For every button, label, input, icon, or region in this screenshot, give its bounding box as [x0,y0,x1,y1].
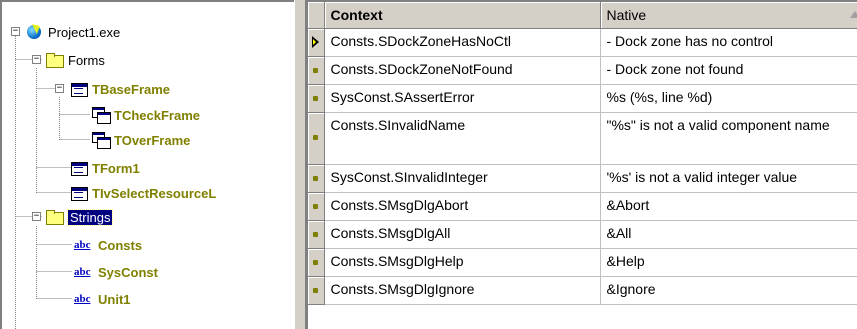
row-marker-icon [313,67,318,73]
tree-node-consts[interactable]: abc Consts [74,235,142,255]
tree-node-label: Unit1 [98,291,131,307]
pane-splitter[interactable] [294,0,306,329]
row-indicator[interactable] [308,164,325,193]
cell-context[interactable]: Consts.SDockZoneNotFound [324,56,601,85]
strings-table: Context Native Consts.SDockZoneHasNoCtl … [308,2,857,305]
row-indicator[interactable] [308,220,325,249]
cell-context[interactable]: Consts.SMsgDlgHelp [324,248,601,277]
cell-context[interactable]: Consts.SMsgDlgAll [324,220,601,249]
tree-node-label: TForm1 [92,160,140,176]
row-indicator[interactable] [308,112,325,165]
table-row[interactable]: Consts.SDockZoneNotFound - Dock zone not… [308,56,857,85]
cell-context[interactable]: Consts.SMsgDlgAbort [324,192,601,221]
cell-native[interactable]: %s (%s, line %d) [600,84,857,113]
tree-node-label: Consts [98,237,143,253]
cell-native[interactable]: &Help [600,248,857,277]
tree-node-label: TCheckFrame [114,107,200,123]
tree-node-label: SysConst [98,264,158,280]
column-header-context[interactable]: Context [324,2,601,29]
strings-expander[interactable]: − [32,212,41,221]
row-marker-icon [313,231,318,237]
tree-node-tform1[interactable]: TForm1 [70,158,140,178]
cell-context[interactable]: SysConst.SAssertError [324,84,601,113]
tree-node-toverframe[interactable]: TOverFrame [92,130,190,150]
frame-icon [92,107,111,124]
cell-native[interactable]: "%s" is not a valid component name [600,112,857,165]
sort-arrow-icon [849,11,857,18]
exe-icon [26,24,44,40]
column-header-native[interactable]: Native [600,2,857,29]
row-marker-icon [313,287,318,293]
forms-expander[interactable]: − [32,55,41,64]
cell-native[interactable]: &All [600,220,857,249]
tree-node-forms[interactable]: Forms [46,50,105,70]
project-tree[interactable]: − Project1.exe − Forms − TBaseFrame TChe… [0,0,294,329]
row-marker-icon [313,203,318,209]
abc-icon: abc [74,266,91,278]
tree-node-tivselectresource[interactable]: TIvSelectResourceL [70,183,216,203]
cell-context[interactable]: Consts.SMsgDlgIgnore [324,276,601,305]
form-icon [70,81,88,97]
cell-context[interactable]: SysConst.SInvalidInteger [324,164,601,193]
row-marker-icon [313,134,318,140]
abc-icon: abc [74,239,91,251]
cell-native[interactable]: &Ignore [600,276,857,305]
row-marker-icon [313,259,318,265]
table-row[interactable]: Consts.SMsgDlgIgnore &Ignore [308,276,857,305]
table-row[interactable]: Consts.SInvalidName "%s" is not a valid … [308,112,857,165]
form-icon [70,160,88,176]
cell-native[interactable]: '%s' is not a valid integer value [600,164,857,193]
row-marker-icon [313,175,318,181]
tree-node-tbaseframe[interactable]: TBaseFrame [70,79,170,99]
row-indicator[interactable] [308,84,325,113]
tree-node-label: TBaseFrame [92,81,171,97]
row-indicator[interactable] [308,28,325,57]
cell-context[interactable]: Consts.SInvalidName [324,112,601,165]
tree-node-strings[interactable]: Strings [46,207,114,227]
table-row[interactable]: Consts.SMsgDlgAll &All [308,220,857,249]
table-row[interactable]: SysConst.SAssertError %s (%s, line %d) [308,84,857,113]
project-expander[interactable]: − [11,27,20,36]
cell-native[interactable]: - Dock zone has no control [600,28,857,57]
tree-node-label: TOverFrame [114,132,191,148]
cell-native[interactable]: &Abort [600,192,857,221]
row-marker-icon [313,95,318,101]
tree-node-label: Forms [68,52,105,68]
cell-context[interactable]: Consts.SDockZoneHasNoCtl [324,28,601,57]
row-indicator-header [308,2,325,29]
cell-native[interactable]: - Dock zone not found [600,56,857,85]
table-row[interactable]: Consts.SMsgDlgHelp &Help [308,248,857,277]
row-indicator[interactable] [308,276,325,305]
strings-grid[interactable]: Context Native Consts.SDockZoneHasNoCtl … [306,0,857,329]
table-row[interactable]: Consts.SDockZoneHasNoCtl - Dock zone has… [308,28,857,57]
abc-icon: abc [74,293,91,305]
folder-icon [46,52,64,68]
tree-node-label-selected: Strings [66,208,114,226]
tree-node-tcheckframe[interactable]: TCheckFrame [92,105,200,125]
row-indicator[interactable] [308,248,325,277]
table-row[interactable]: SysConst.SInvalidInteger '%s' is not a v… [308,164,857,193]
folder-icon [46,209,64,225]
tree-node-label: Project1.exe [48,24,121,40]
tbaseframe-expander[interactable]: − [55,84,64,93]
row-indicator[interactable] [308,56,325,85]
row-indicator[interactable] [308,192,325,221]
tree-node-project[interactable]: Project1.exe [26,22,120,42]
column-header-native-label: Native [606,6,647,23]
current-row-pointer-icon [312,35,319,48]
table-row[interactable]: Consts.SMsgDlgAbort &Abort [308,192,857,221]
form-icon [70,185,88,201]
tree-node-label: TIvSelectResourceL [92,185,217,201]
tree-node-sysconst[interactable]: abc SysConst [74,262,158,282]
tree-node-unit1[interactable]: abc Unit1 [74,289,131,309]
frame-icon [92,132,111,149]
